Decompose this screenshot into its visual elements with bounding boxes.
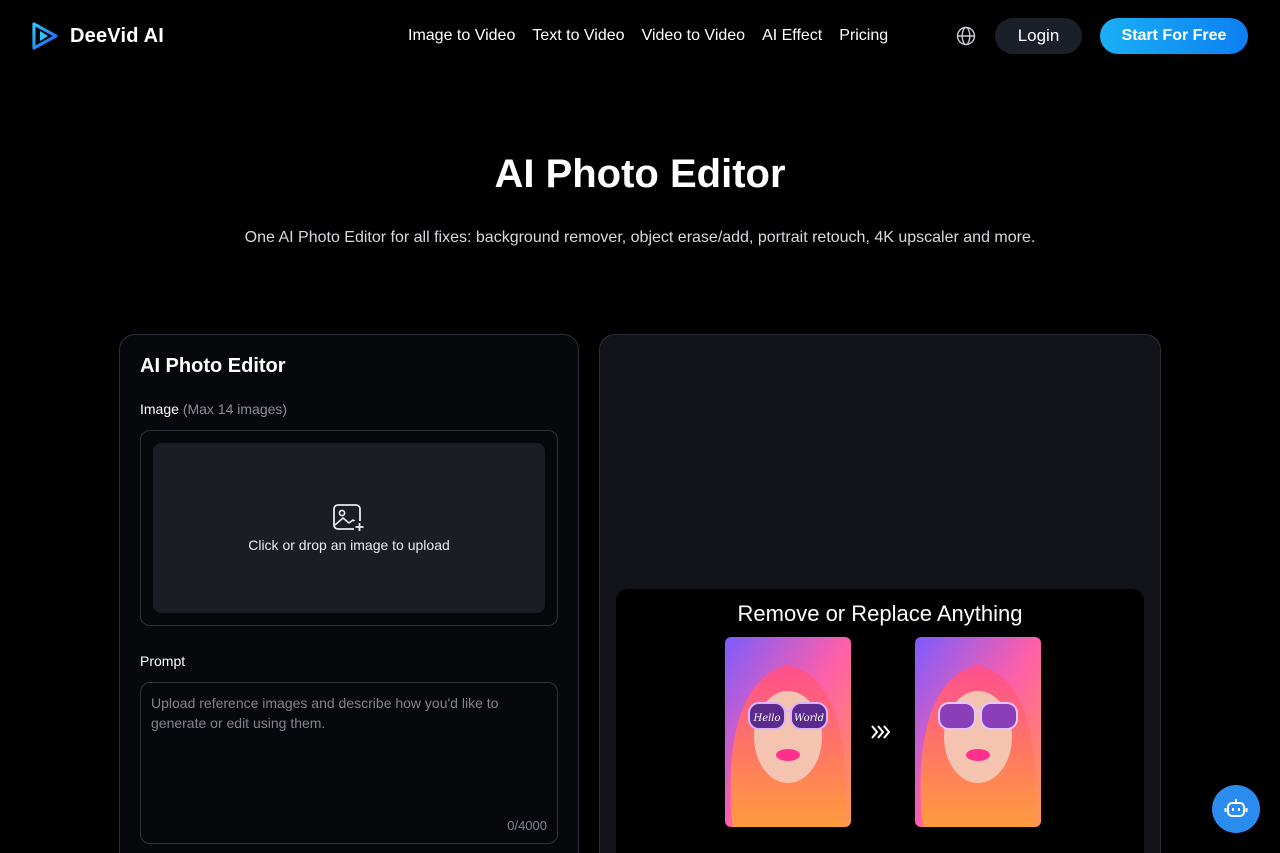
assistant-bot-button[interactable]: [1212, 785, 1260, 833]
logo-play-icon: [32, 22, 58, 50]
robot-icon: [1224, 799, 1248, 817]
start-for-free-button[interactable]: Start For Free: [1100, 18, 1248, 54]
login-button[interactable]: Login: [995, 18, 1082, 54]
nav-image-to-video[interactable]: Image to Video: [408, 27, 515, 45]
chevrons-right-icon: [871, 725, 891, 739]
svg-text:World: World: [794, 713, 824, 724]
nav-text-to-video[interactable]: Text to Video: [532, 27, 624, 45]
globe-icon[interactable]: [955, 25, 977, 47]
page-title: AI Photo Editor: [494, 152, 786, 196]
upload-area: Click or drop an image to upload: [140, 430, 558, 626]
nav-ai-effect[interactable]: AI Effect: [762, 27, 822, 45]
add-image-icon: [333, 504, 365, 532]
brand-name: DeeVid AI: [70, 24, 165, 47]
demo-title: Remove or Replace Anything: [737, 601, 1023, 626]
main-nav: Image to Video Text to Video Video to Vi…: [408, 24, 888, 48]
upload-dropzone[interactable]: Click or drop an image to upload: [153, 443, 545, 613]
editor-panel: AI Photo Editor Image (Max 14 images) Cl…: [119, 334, 579, 853]
prompt-label: Prompt: [140, 653, 186, 669]
nav-video-to-video[interactable]: Video to Video: [642, 27, 746, 45]
image-field-label: Image (Max 14 images): [140, 401, 287, 417]
page-subtitle: One AI Photo Editor for all fixes: backg…: [244, 229, 1036, 246]
editor-title: AI Photo Editor: [140, 355, 286, 377]
preview-panel: Remove or Replace Anything Hello World: [599, 334, 1161, 853]
prompt-container: 0/4000: [140, 682, 558, 844]
logo[interactable]: DeeVid AI: [32, 22, 164, 50]
before-example-image: Hello World: [725, 637, 851, 827]
svg-text:Hello: Hello: [752, 713, 780, 724]
site-header: DeeVid AI Image to Video Text to Video V…: [0, 0, 1280, 72]
character-counter: 0/4000: [507, 818, 547, 833]
after-example-image: [915, 637, 1041, 827]
upload-instruction: Click or drop an image to upload: [248, 537, 450, 553]
image-limit-hint: (Max 14 images): [182, 401, 288, 417]
image-label-text: Image: [140, 401, 179, 417]
demo-example-card: Remove or Replace Anything Hello World: [616, 589, 1144, 853]
prompt-textarea[interactable]: [151, 693, 547, 813]
nav-pricing[interactable]: Pricing: [839, 27, 888, 45]
